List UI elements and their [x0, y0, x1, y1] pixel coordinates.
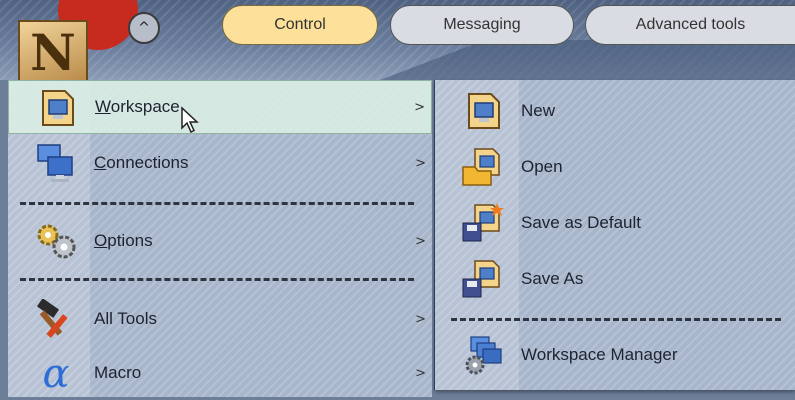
submenu-item-workspace-manager[interactable]: Workspace Manager: [435, 328, 795, 382]
menu-item-label: All Tools: [94, 309, 157, 328]
gears-icon: [37, 224, 76, 259]
menu-separator: [20, 278, 414, 281]
menu-separator: [20, 202, 414, 205]
svg-text:α: α: [42, 353, 69, 393]
tab-messaging[interactable]: Messaging: [390, 5, 574, 45]
save-as-icon: [462, 260, 500, 298]
menu-item-options[interactable]: Options >: [8, 214, 432, 268]
chevron-right-icon: >: [414, 99, 425, 115]
chevron-right-icon: >: [415, 365, 426, 381]
new-workspace-icon: [468, 93, 500, 129]
workspace-submenu: New Open Save as Default Save As Workspa…: [435, 80, 795, 390]
open-folder-icon: [462, 148, 500, 186]
submenu-item-label: Workspace Manager: [521, 345, 678, 364]
tab-advanced-tools[interactable]: Advanced tools: [585, 5, 795, 45]
submenu-item-save-as-default[interactable]: Save as Default: [435, 196, 795, 250]
app-logo[interactable]: N: [18, 0, 138, 80]
submenu-item-label: New: [521, 101, 556, 120]
menu-item-connections[interactable]: Connections >: [8, 136, 432, 190]
toolbar-shade: [380, 40, 795, 80]
submenu-separator: [451, 318, 781, 321]
chevron-right-icon: >: [415, 311, 426, 327]
menu-item-label: Connections: [94, 153, 189, 172]
submenu-item-label: Open: [521, 157, 563, 176]
submenu-item-open[interactable]: Open: [435, 140, 795, 194]
menu-item-label: Macro: [94, 363, 142, 382]
tab-control[interactable]: Control: [222, 5, 378, 45]
top-toolbar: N ^ Control Messaging Advanced tools: [0, 0, 795, 80]
workspace-icon: [42, 90, 74, 126]
submenu-item-save-as[interactable]: Save As: [435, 252, 795, 306]
collapse-ribbon-button[interactable]: ^: [128, 12, 160, 44]
connections-icon: [37, 144, 73, 182]
submenu-item-label: Save As: [521, 269, 584, 288]
chevron-right-icon: >: [415, 233, 426, 249]
menu-item-label: Workspace: [95, 97, 180, 116]
workspace-manager-icon: [465, 336, 502, 375]
menu-item-label: Options: [94, 231, 153, 250]
alpha-icon: α: [42, 353, 69, 393]
menu-item-workspace[interactable]: Workspace >: [8, 80, 432, 134]
tools-icon: [36, 299, 68, 338]
chevron-right-icon: >: [415, 155, 426, 171]
submenu-item-label: Save as Default: [521, 213, 642, 232]
control-menu: Workspace > Connections > Options > All: [8, 80, 432, 397]
logo-letter: N: [18, 20, 88, 80]
menu-item-macro[interactable]: α Macro >: [8, 346, 432, 400]
save-default-icon: [462, 203, 504, 242]
menu-item-all-tools[interactable]: All Tools >: [8, 292, 432, 346]
mouse-pointer-icon: [181, 106, 199, 134]
submenu-item-new[interactable]: New: [435, 84, 795, 138]
